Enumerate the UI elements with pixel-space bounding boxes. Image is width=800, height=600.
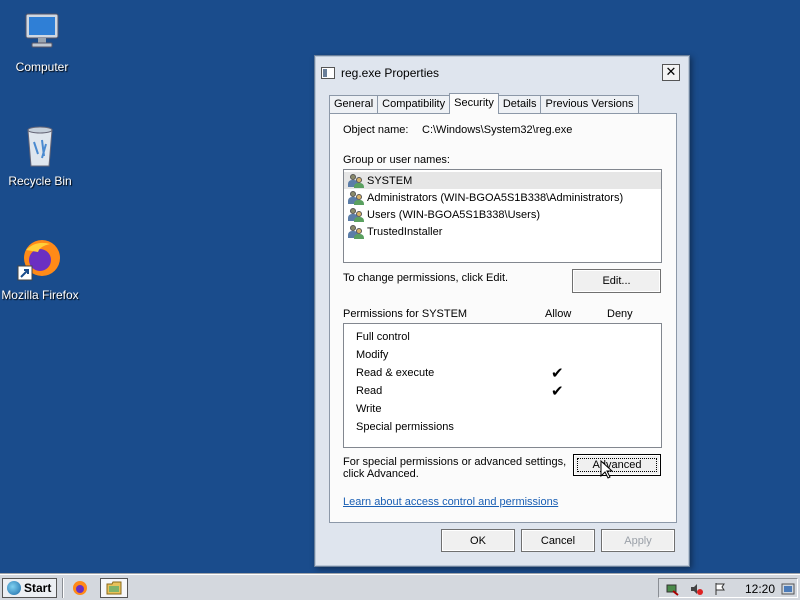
show-desktop-icon[interactable] bbox=[781, 582, 795, 596]
properties-window: reg.exe Properties ✕ General Compatibili… bbox=[314, 55, 690, 567]
tab-compatibility[interactable]: Compatibility bbox=[377, 95, 451, 114]
clock[interactable]: 12:20 bbox=[745, 582, 775, 596]
desktop-icon-recycle-bin[interactable]: Recycle Bin bbox=[0, 122, 82, 188]
user-name: TrustedInstaller bbox=[367, 225, 443, 238]
computer-icon bbox=[18, 8, 66, 56]
special-permissions-text: For special permissions or advanced sett… bbox=[343, 456, 567, 468]
desktop-icon-label: Recycle Bin bbox=[8, 174, 72, 188]
desktop-icon-computer[interactable]: Computer bbox=[0, 8, 84, 74]
start-label: Start bbox=[24, 581, 52, 595]
allow-check: ✔ bbox=[551, 365, 564, 382]
desktop-icon-label: Mozilla Firefox bbox=[1, 288, 79, 302]
edit-button-label: Edit... bbox=[602, 275, 631, 287]
user-name: Users (WIN-BGOA5S1B338\Users) bbox=[367, 208, 540, 221]
apply-button[interactable]: Apply bbox=[601, 529, 675, 552]
volume-icon[interactable] bbox=[689, 582, 703, 596]
user-list-item[interactable]: Users (WIN-BGOA5S1B338\Users) bbox=[344, 206, 661, 223]
cancel-button[interactable]: Cancel bbox=[521, 529, 595, 552]
desktop-icon-firefox[interactable]: Mozilla Firefox bbox=[0, 236, 82, 302]
allow-header: Allow bbox=[545, 308, 572, 320]
permission-name: Write bbox=[356, 403, 382, 415]
tab-general[interactable]: General bbox=[329, 95, 379, 114]
apply-button-label: Apply bbox=[624, 534, 652, 547]
user-group-icon bbox=[348, 224, 364, 239]
special-permissions-text-2: click Advanced. bbox=[343, 468, 419, 480]
window-title: reg.exe Properties bbox=[341, 66, 440, 80]
start-button[interactable]: Start bbox=[2, 578, 57, 598]
permission-row: Special permissions bbox=[344, 418, 661, 436]
user-group-icon bbox=[348, 173, 364, 188]
permission-row: Modify bbox=[344, 346, 661, 364]
user-group-icon bbox=[348, 190, 364, 205]
learn-access-control-link[interactable]: Learn about access control and permissio… bbox=[343, 496, 558, 508]
windows-logo-icon bbox=[7, 581, 21, 595]
tab-security[interactable]: Security bbox=[449, 93, 499, 114]
taskbar-firefox[interactable] bbox=[66, 578, 94, 598]
object-name-label: Object name: bbox=[343, 124, 409, 136]
permissions-label: Permissions for SYSTEM bbox=[343, 308, 468, 320]
taskbar: Start 12:20 bbox=[0, 574, 800, 600]
close-icon: ✕ bbox=[665, 64, 677, 79]
permission-name: Special permissions bbox=[356, 421, 454, 433]
permissions-list[interactable]: Full control Modify Read & execute ✔ Rea… bbox=[343, 323, 662, 448]
allow-check: ✔ bbox=[551, 383, 564, 400]
permission-row: Write bbox=[344, 400, 661, 418]
tab-strip: General Compatibility Security Details P… bbox=[329, 93, 639, 114]
edit-button[interactable]: Edit... bbox=[572, 269, 661, 293]
permission-row: Read ✔ bbox=[344, 382, 661, 400]
taskbar-explorer[interactable] bbox=[100, 578, 128, 598]
system-tray: 12:20 bbox=[658, 578, 798, 598]
object-name-value: C:\Windows\System32\reg.exe bbox=[422, 124, 573, 136]
title-bar[interactable]: reg.exe Properties ✕ bbox=[321, 62, 683, 84]
user-name: SYSTEM bbox=[367, 174, 413, 187]
cancel-button-label: Cancel bbox=[540, 534, 576, 547]
desktop-icon-label: Computer bbox=[15, 60, 69, 74]
ok-button[interactable]: OK bbox=[441, 529, 515, 552]
permission-name: Modify bbox=[356, 349, 389, 361]
permission-name: Read bbox=[356, 385, 383, 397]
group-names-label: Group or user names: bbox=[343, 154, 450, 166]
firefox-icon bbox=[16, 236, 64, 284]
taskbar-separator bbox=[62, 578, 64, 598]
recycle-bin-icon bbox=[16, 122, 64, 170]
tab-previous-versions[interactable]: Previous Versions bbox=[540, 95, 639, 114]
permission-name: Read & execute bbox=[356, 367, 435, 379]
user-list-item[interactable]: TrustedInstaller bbox=[344, 223, 661, 240]
user-group-icon bbox=[348, 207, 364, 222]
window-app-icon bbox=[321, 67, 335, 79]
tab-details[interactable]: Details bbox=[497, 95, 542, 114]
mouse-cursor-icon bbox=[600, 460, 614, 479]
network-icon[interactable] bbox=[665, 582, 679, 596]
permission-name: Full control bbox=[356, 331, 410, 343]
folder-icon bbox=[106, 581, 122, 595]
permission-row: Read & execute ✔ bbox=[344, 364, 661, 382]
user-list-item[interactable]: Administrators (WIN-BGOA5S1B338\Administ… bbox=[344, 189, 661, 206]
security-panel: Object name: C:\Windows\System32\reg.exe… bbox=[329, 113, 677, 523]
user-list[interactable]: SYSTEM Administrators (WIN-BGOA5S1B338\A… bbox=[343, 169, 662, 263]
permission-row: Full control bbox=[344, 328, 661, 346]
flag-icon[interactable] bbox=[713, 582, 727, 596]
change-permissions-text: To change permissions, click Edit. bbox=[343, 272, 509, 284]
user-list-item[interactable]: SYSTEM bbox=[344, 172, 661, 189]
close-button[interactable]: ✕ bbox=[662, 64, 680, 81]
firefox-icon bbox=[73, 581, 87, 595]
advanced-button[interactable]: Advanced bbox=[573, 454, 661, 476]
ok-button-label: OK bbox=[470, 534, 486, 547]
user-name: Administrators (WIN-BGOA5S1B338\Administ… bbox=[367, 191, 624, 204]
deny-header: Deny bbox=[607, 308, 633, 320]
